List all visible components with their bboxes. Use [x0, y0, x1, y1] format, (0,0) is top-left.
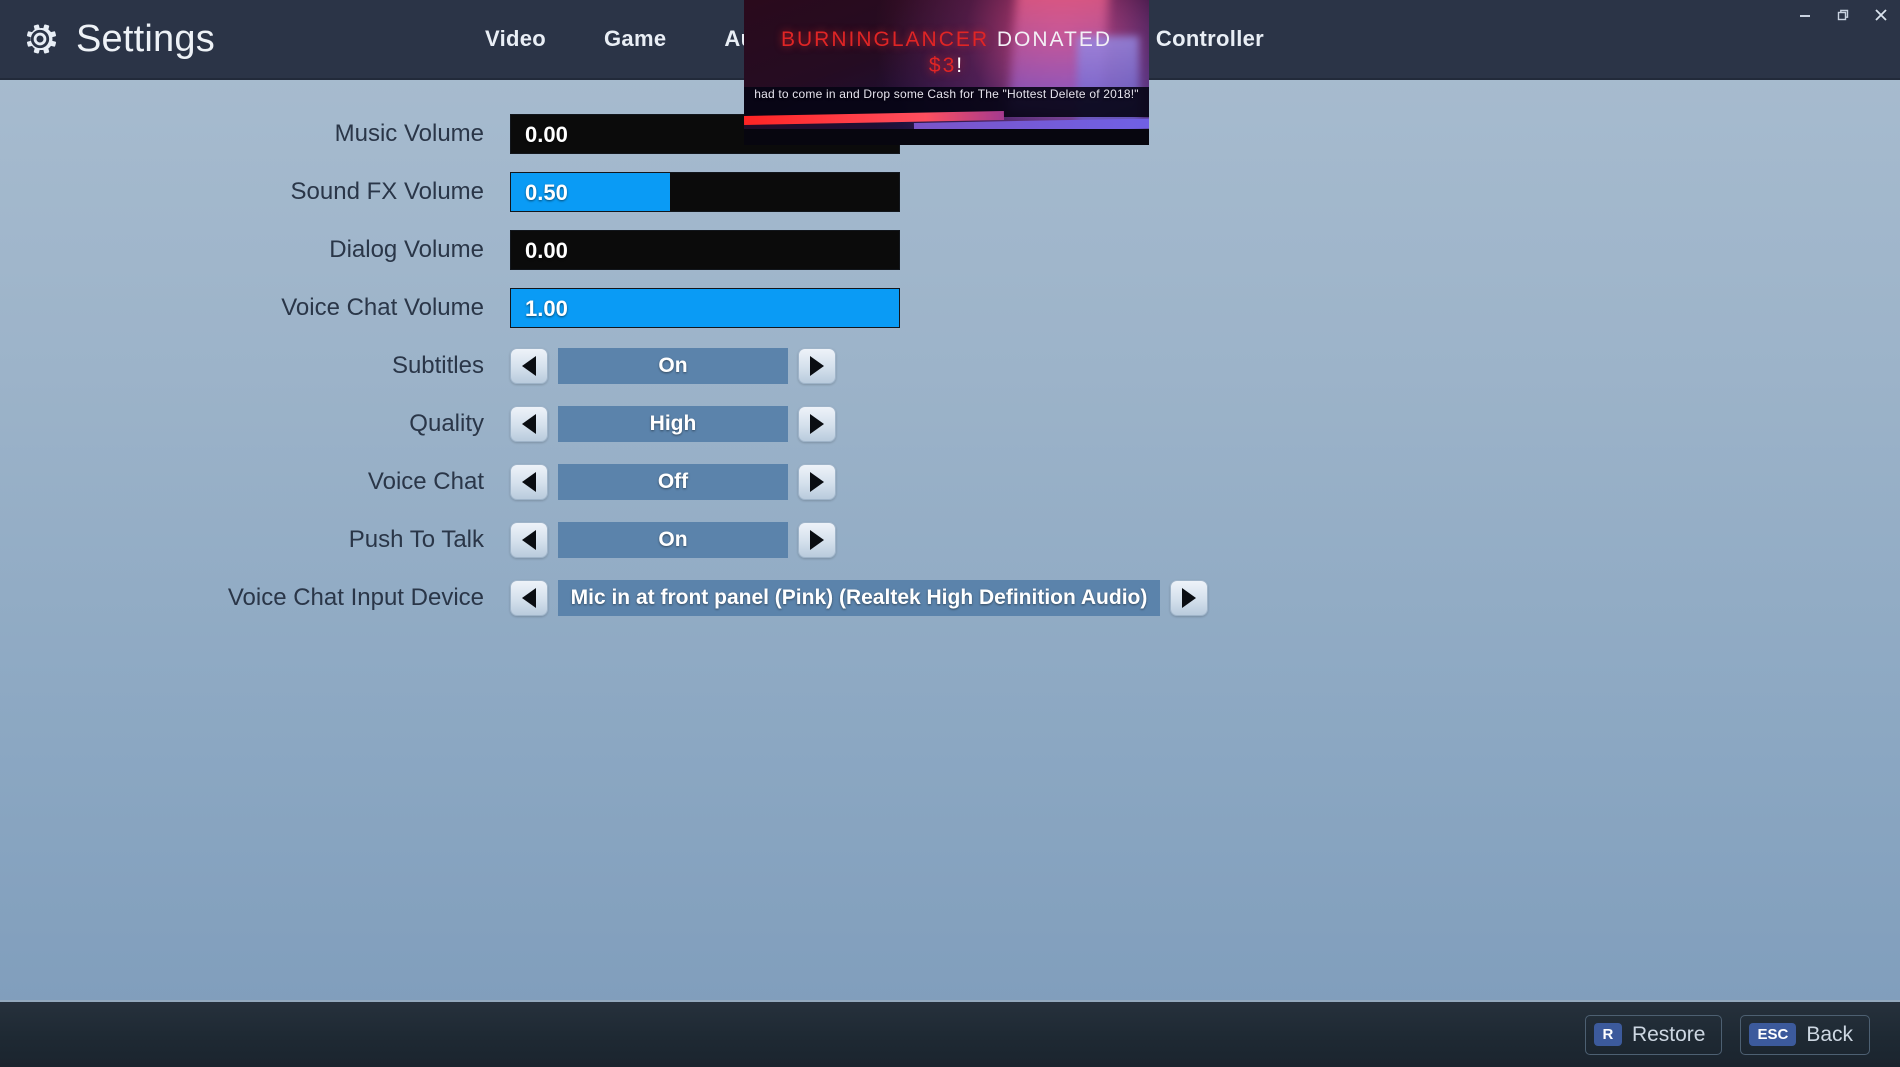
arrow-left-icon[interactable] — [510, 348, 548, 384]
setting-label: Push To Talk — [348, 526, 484, 553]
slider-value: 0.00 — [525, 238, 568, 263]
donation-amount-suffix: ! — [956, 54, 965, 78]
voice-chat-volume-slider[interactable]: 1.00 — [510, 288, 900, 328]
restore-window-icon[interactable] — [1824, 0, 1862, 30]
donation-headline: BURNINGLANCER DONATED — [744, 28, 1149, 52]
slider-value: 0.50 — [525, 180, 568, 205]
voice-chat-value[interactable]: Off — [558, 464, 788, 500]
donor-name: BURNINGLANCER — [781, 28, 990, 51]
gear-icon — [20, 19, 60, 59]
setting-row-voice-chat-volume: Voice Chat Volume 1.00 — [0, 279, 1900, 337]
setting-label: Music Volume — [334, 120, 484, 147]
setting-row-sound-fx-volume: Sound FX Volume 0.50 — [0, 163, 1900, 221]
voice-chat-input-device-value[interactable]: Mic in at front panel (Pink) (Realtek Hi… — [558, 580, 1160, 616]
page-title: Settings — [76, 18, 215, 60]
arrow-left-icon[interactable] — [510, 464, 548, 500]
setting-label: Voice Chat Input Device — [227, 584, 484, 611]
donation-alert-overlay: BURNINGLANCER DONATED $3! had to come in… — [744, 0, 1149, 145]
arrow-left-icon[interactable] — [510, 580, 548, 616]
arrow-left-icon[interactable] — [510, 522, 548, 558]
setting-row-push-to-talk: Push To Talk On — [0, 511, 1900, 569]
close-icon[interactable] — [1862, 0, 1900, 30]
arrow-right-icon[interactable] — [798, 406, 836, 442]
voice-chat-input-device-stepper: Mic in at front panel (Pink) (Realtek Hi… — [510, 580, 1208, 616]
setting-label: Subtitles — [391, 352, 484, 379]
quality-stepper: High — [510, 406, 836, 442]
quality-value[interactable]: High — [558, 406, 788, 442]
subtitles-stepper: On — [510, 348, 836, 384]
setting-row-voice-chat: Voice Chat Off — [0, 453, 1900, 511]
donation-amount-line: $3! — [744, 54, 1149, 78]
key-badge-r: R — [1593, 1023, 1622, 1046]
minimize-icon[interactable] — [1786, 0, 1824, 30]
setting-label: Voice Chat Volume — [281, 294, 484, 321]
arrow-right-icon[interactable] — [798, 464, 836, 500]
tab-controller[interactable]: Controller — [1156, 26, 1264, 52]
donation-action-word: DONATED — [996, 28, 1112, 51]
key-badge-esc: ESC — [1749, 1023, 1797, 1046]
slider-value: 1.00 — [525, 296, 568, 321]
setting-label: Dialog Volume — [329, 236, 484, 263]
tab-game[interactable]: Game — [604, 26, 666, 52]
restore-button-label: Restore — [1631, 1022, 1706, 1046]
settings-tabs: Video Game Audio Accessibility Input Con… — [460, 26, 1900, 52]
subtitles-value[interactable]: On — [558, 348, 788, 384]
arrow-right-icon[interactable] — [1170, 580, 1208, 616]
restore-button[interactable]: R Restore — [1584, 1014, 1723, 1055]
tab-video[interactable]: Video — [485, 26, 546, 52]
slider-fill — [511, 289, 899, 327]
donation-amount: $3 — [928, 54, 957, 78]
setting-label: Quality — [409, 410, 484, 437]
settings-list: Music Volume 0.00 Sound FX Volume 0.50 D… — [0, 105, 1900, 627]
overlay-black-footer — [744, 129, 1149, 145]
arrow-right-icon[interactable] — [798, 348, 836, 384]
setting-label: Sound FX Volume — [290, 178, 484, 205]
voice-chat-stepper: Off — [510, 464, 836, 500]
back-button-label: Back — [1806, 1022, 1853, 1046]
setting-row-subtitles: Subtitles On — [0, 337, 1900, 395]
setting-label: Voice Chat — [367, 468, 484, 495]
setting-row-quality: Quality High — [0, 395, 1900, 453]
push-to-talk-value[interactable]: On — [558, 522, 788, 558]
arrow-left-icon[interactable] — [510, 406, 548, 442]
push-to-talk-stepper: On — [510, 522, 836, 558]
slider-value: 0.00 — [525, 122, 568, 147]
arrow-right-icon[interactable] — [798, 522, 836, 558]
window-controls — [1786, 0, 1900, 34]
setting-row-voice-chat-input-device: Voice Chat Input Device Mic in at front … — [0, 569, 1900, 627]
back-button[interactable]: ESC Back — [1740, 1014, 1870, 1055]
sound-fx-volume-slider[interactable]: 0.50 — [510, 172, 900, 212]
donation-message: had to come in and Drop some Cash for Th… — [754, 87, 1139, 102]
app-brand: Settings — [0, 19, 460, 59]
dialog-volume-slider[interactable]: 0.00 — [510, 230, 900, 270]
donation-alert-text: BURNINGLANCER DONATED $3! had to come in… — [744, 28, 1149, 101]
settings-screen: Settings Video Game Audio Accessibility … — [0, 0, 1900, 1067]
setting-row-dialog-volume: Dialog Volume 0.00 — [0, 221, 1900, 279]
bottom-hint-bar: R Restore ESC Back — [0, 1000, 1900, 1067]
